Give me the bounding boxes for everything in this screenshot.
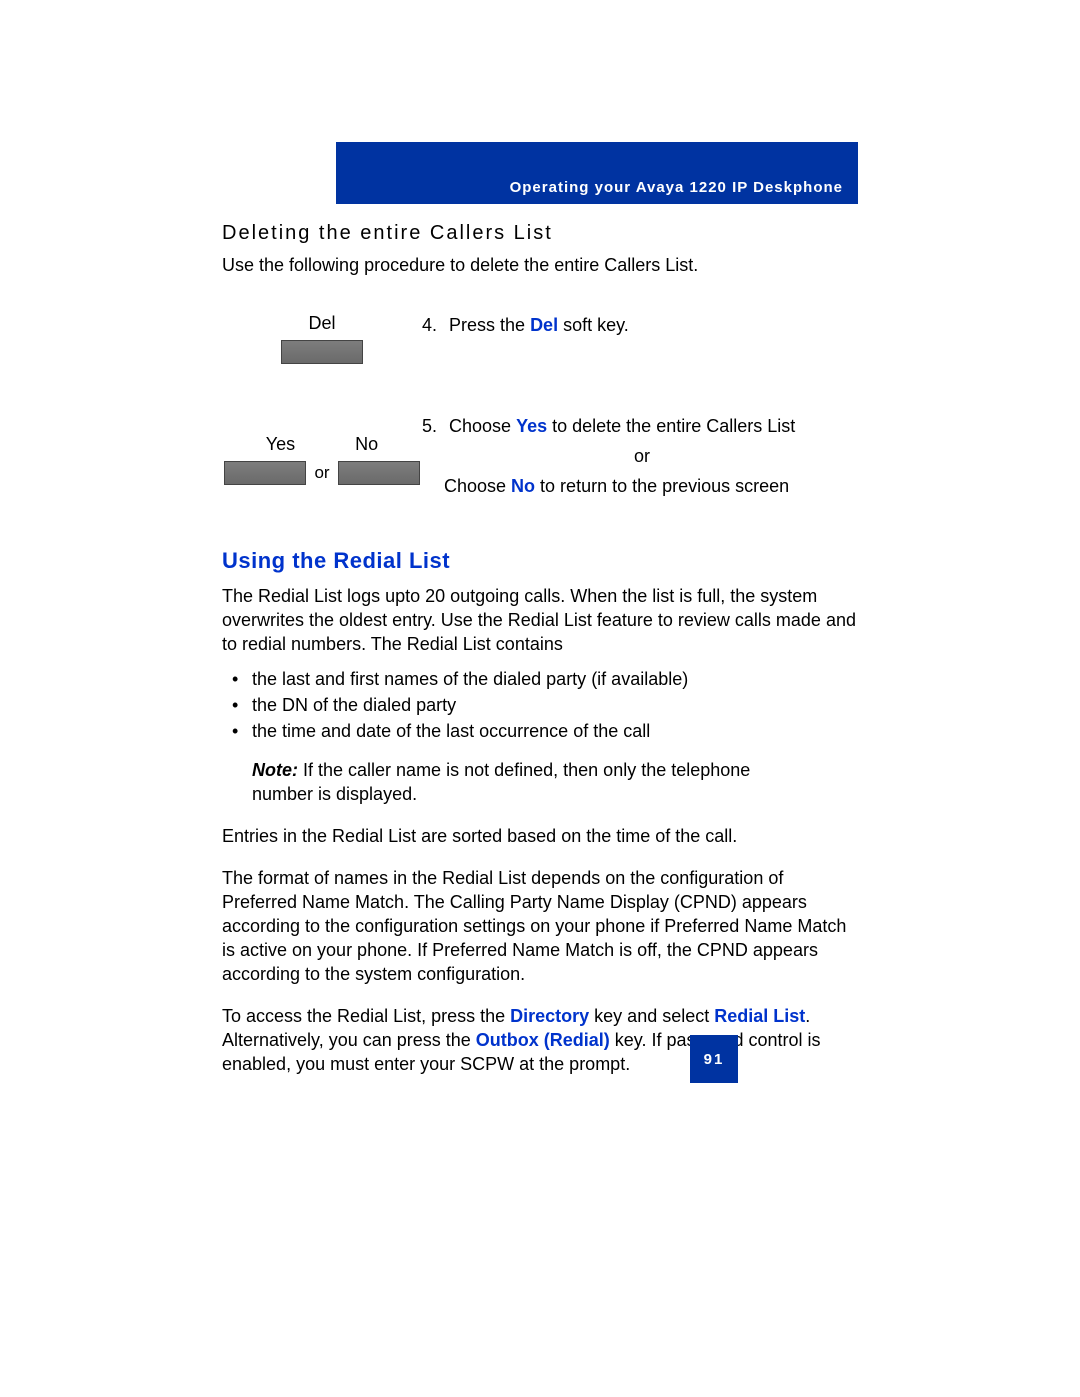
step-4-text: 4. Press the Del soft key. — [422, 313, 862, 337]
header-bar: Operating your Avaya 1220 IP Deskphone — [336, 142, 858, 204]
softkey-label-no: No — [355, 434, 378, 455]
step-5-text: 5. Choose Yes to delete the entire Calle… — [422, 414, 862, 498]
intro-text: Use the following procedure to delete th… — [222, 253, 862, 277]
page: Operating your Avaya 1220 IP Deskphone D… — [0, 0, 1080, 1397]
step-5-line2-kw: No — [511, 476, 535, 496]
subheading-delete: Deleting the entire Callers List — [222, 222, 862, 245]
step-5-key-col: Yes No or — [222, 414, 422, 485]
step-4-number: 4. — [422, 313, 444, 337]
step-4-kw: Del — [530, 315, 558, 335]
step-5-row: Yes No or 5. Choose Yes to delete the en… — [222, 414, 862, 498]
step-5-or: or — [422, 444, 862, 468]
p4-b: key and select — [589, 1006, 714, 1026]
step-5-line2-pre: Choose — [444, 476, 511, 496]
softkey-label-yes: Yes — [266, 434, 295, 455]
bullet-2: the DN of the dialed party — [222, 692, 862, 718]
redial-p4: To access the Redial List, press the Dir… — [222, 1004, 862, 1076]
step-4-row: Del 4. Press the Del soft key. — [222, 313, 862, 364]
softkey-no-button[interactable] — [338, 461, 420, 485]
softkey-yes-button[interactable] — [224, 461, 306, 485]
step-5-line1-kw: Yes — [516, 416, 547, 436]
softkey-del-button[interactable] — [281, 340, 363, 364]
p4-kw2: Redial List — [714, 1006, 805, 1026]
section-redial-title: Using the Redial List — [222, 548, 862, 574]
step-5-line1-post: to delete the entire Callers List — [547, 416, 795, 436]
step-4-key-col: Del — [222, 313, 422, 364]
bullet-3: the time and date of the last occurrence… — [222, 718, 862, 744]
header-text: Operating your Avaya 1220 IP Deskphone — [510, 179, 843, 196]
step-4-pre: Press the — [449, 315, 530, 335]
note-block: Note: If the caller name is not defined,… — [252, 758, 812, 806]
step-5-line1-pre: Choose — [449, 416, 516, 436]
redial-bullets: the last and first names of the dialed p… — [222, 666, 862, 744]
step-5-line2-post: to return to the previous screen — [535, 476, 789, 496]
note-text: If the caller name is not defined, then … — [252, 760, 750, 804]
content: Deleting the entire Callers List Use the… — [222, 222, 862, 1086]
redial-p1: The Redial List logs upto 20 outgoing ca… — [222, 584, 862, 656]
softkey-label-del: Del — [222, 313, 422, 334]
redial-p2: Entries in the Redial List are sorted ba… — [222, 824, 862, 848]
page-number: 91 — [690, 1035, 738, 1083]
p4-kw1: Directory — [510, 1006, 589, 1026]
step-4-post: soft key. — [558, 315, 629, 335]
bullet-1: the last and first names of the dialed p… — [222, 666, 862, 692]
redial-p3: The format of names in the Redial List d… — [222, 866, 862, 986]
note-label: Note: — [252, 760, 298, 780]
step-5-number: 5. — [422, 414, 444, 438]
softkey-or: or — [314, 463, 329, 483]
p4-kw3: Outbox (Redial) — [476, 1030, 610, 1050]
p4-a: To access the Redial List, press the — [222, 1006, 510, 1026]
